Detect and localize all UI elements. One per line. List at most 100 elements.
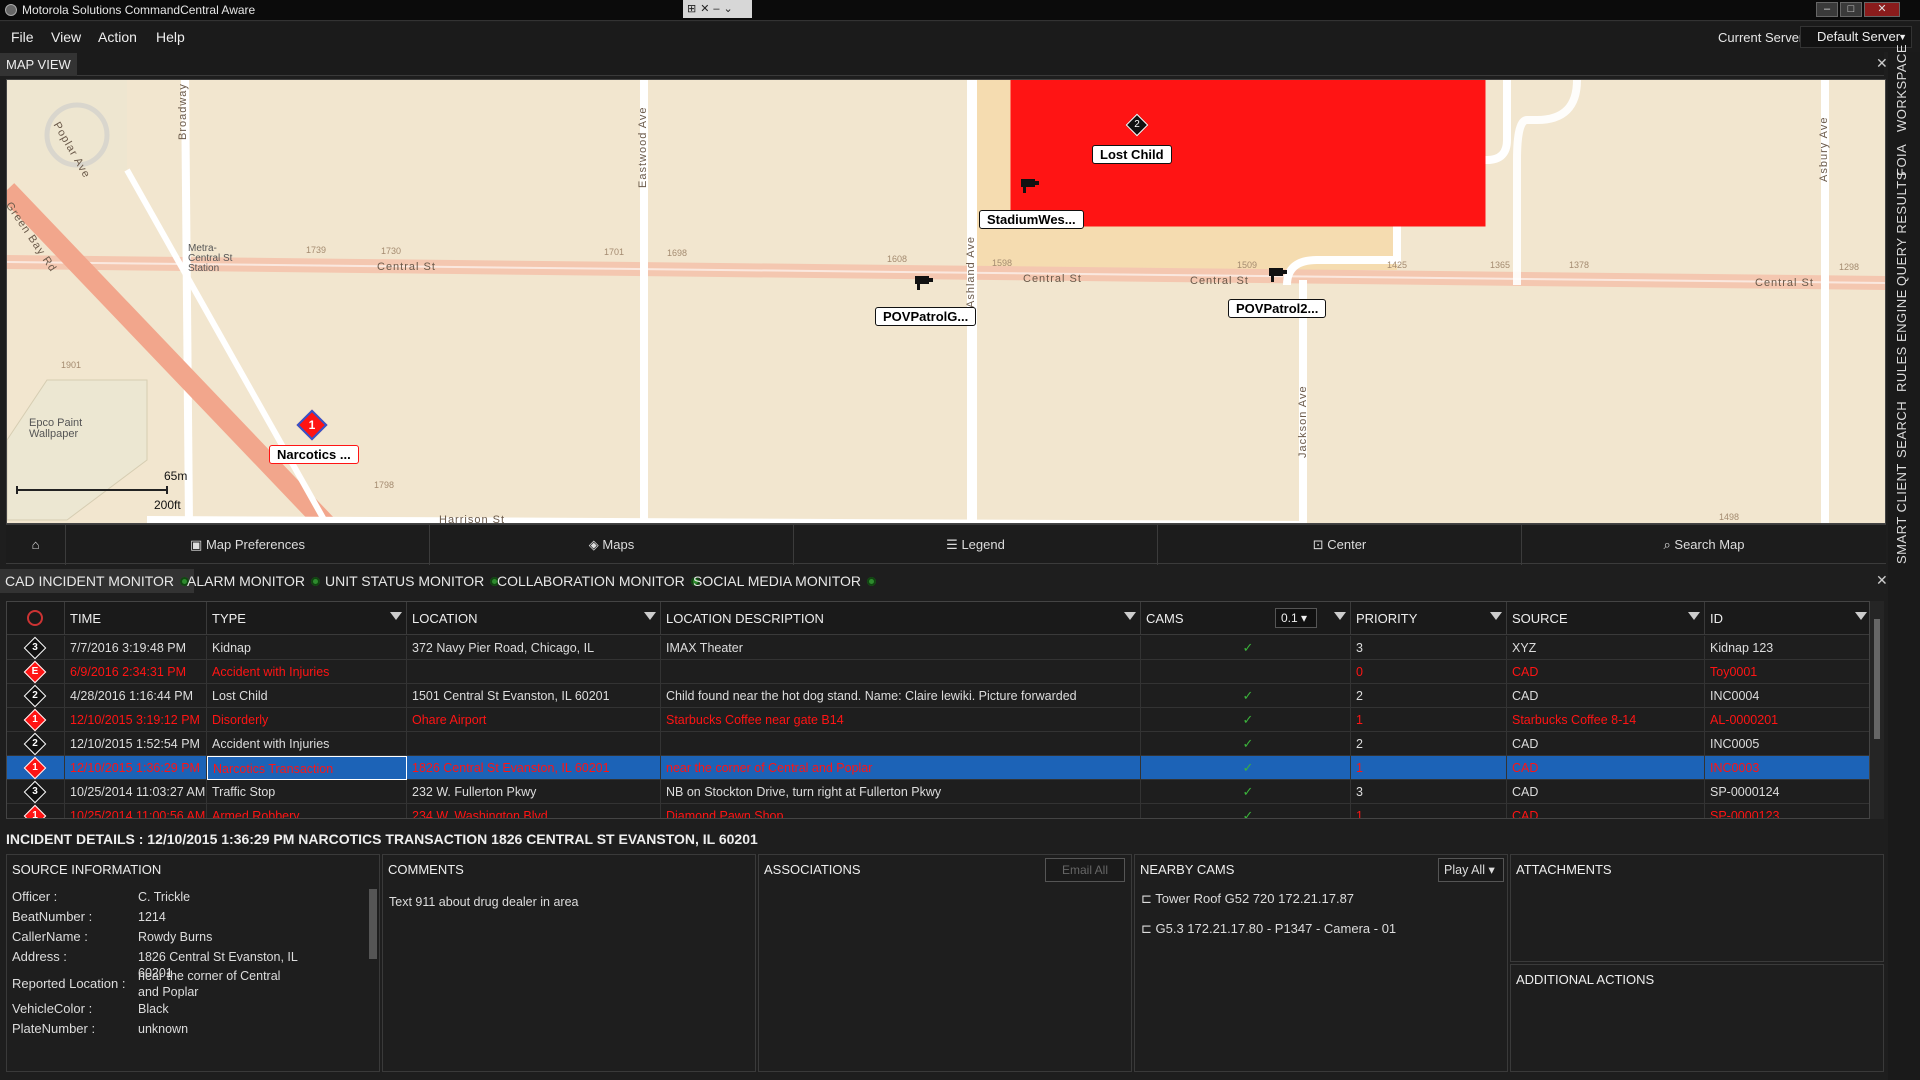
field-value: C. Trickle: [138, 890, 191, 904]
map-label-stadium-camera[interactable]: StadiumWes...: [979, 210, 1084, 229]
search-map-button[interactable]: ⌕ Search Map: [1522, 525, 1886, 565]
camera-icon[interactable]: [1267, 265, 1289, 283]
cell-desc: Child found near the hot dog stand. Name…: [661, 684, 1141, 708]
tab-label: COLLABORATION MONITOR: [497, 573, 685, 589]
table-row[interactable]: 1 12/10/2015 3:19:12 PM Disorderly Ohare Ai…: [7, 708, 1869, 732]
header-time[interactable]: TIME: [65, 602, 207, 635]
cell-id: Kidnap 123: [1705, 636, 1869, 660]
nearby-cam-item[interactable]: ⊏ G5.3 172.21.17.80 - P1347 - Camera - 0…: [1141, 921, 1396, 937]
menu-action[interactable]: Action: [98, 29, 137, 45]
tab-social-media-monitor[interactable]: SOCIAL MEDIA MONITOR: [688, 569, 881, 593]
grid-scrollbar[interactable]: [1870, 601, 1884, 819]
filter-icon[interactable]: [1688, 612, 1700, 620]
title-bar: Motorola Solutions CommandCentral Aware …: [0, 0, 1920, 21]
incident-grid: TIME TYPE LOCATION LOCATION DESCRIPTION …: [6, 601, 1870, 819]
cell-source: XYZ: [1507, 636, 1705, 660]
table-row[interactable]: 3 10/25/2014 11:03:27 AM Traffic Stop 232 W…: [7, 780, 1869, 804]
map-label-lost-child[interactable]: Lost Child: [1092, 145, 1172, 164]
tab-alarm-monitor[interactable]: ALARM MONITOR: [182, 569, 325, 593]
home-button[interactable]: ⌂: [6, 525, 66, 565]
map-preferences-label: Map Preferences: [205, 537, 305, 552]
filter-icon[interactable]: [390, 612, 402, 620]
maps-label: Maps: [602, 537, 635, 552]
header-cams[interactable]: CAMS 0.1 ▾: [1141, 602, 1351, 635]
header-location-description[interactable]: LOCATION DESCRIPTION: [661, 602, 1141, 635]
table-row[interactable]: 3 7/7/2016 3:19:48 PM Kidnap 372 Navy Pier …: [7, 636, 1869, 660]
priority-icon-cell: 1: [7, 756, 65, 780]
filter-icon[interactable]: [1490, 612, 1502, 620]
map-label-povpatrol-g[interactable]: POVPatrolG...: [875, 307, 977, 326]
header-priority[interactable]: PRIORITY: [1351, 602, 1507, 635]
nearby-cam-item[interactable]: ⊏ Tower Roof G52 720 172.21.17.87: [1141, 891, 1354, 907]
field-label: PlateNumber :: [12, 1021, 96, 1036]
map-label-povpatrol-2[interactable]: POVPatrol2...: [1228, 299, 1327, 318]
menu-view[interactable]: View: [51, 29, 81, 45]
map-canvas[interactable]: Broadway Ave Poplar Ave Eastwood Ave Ash…: [6, 79, 1886, 524]
maximize-icon[interactable]: □: [1840, 2, 1862, 17]
cell-location: Ohare Airport: [407, 708, 661, 732]
menu-help[interactable]: Help: [156, 29, 185, 45]
table-row[interactable]: 1 10/25/2014 11:00:56 AM Armed Robbery 234 …: [7, 804, 1869, 818]
close-map-view-icon[interactable]: ✕: [1876, 55, 1888, 72]
header-source[interactable]: SOURCE: [1507, 602, 1705, 635]
cell-desc: NB on Stockton Drive, turn right at Full…: [661, 780, 1141, 804]
priority-icon-cell: 3: [7, 636, 65, 660]
sidebar-tab-rules-engine[interactable]: RULES ENGINE: [1894, 289, 1909, 392]
sidebar-tab-query-results[interactable]: QUERY RESULTS: [1894, 171, 1909, 286]
floating-toolbar[interactable]: ⊞✕–⌄: [683, 0, 752, 18]
current-server-label: Current Server:: [1718, 30, 1807, 45]
table-row[interactable]: E 6/9/2016 2:34:31 PM Accident with Injuri…: [7, 660, 1869, 684]
filter-icon[interactable]: [1124, 612, 1136, 620]
tab-unit-status-monitor[interactable]: UNIT STATUS MONITOR: [320, 569, 504, 593]
header-priority-icon-col[interactable]: [7, 602, 65, 635]
filter-icon[interactable]: [644, 612, 656, 620]
legend-button[interactable]: ☰ Legend: [794, 525, 1158, 565]
table-row[interactable]: 2 12/10/2015 1:52:54 PM Accident with Inju…: [7, 732, 1869, 756]
tab-map-view[interactable]: MAP VIEW: [0, 53, 77, 76]
email-all-button[interactable]: Email All: [1045, 858, 1125, 882]
address-number: 1730: [381, 246, 402, 256]
menu-file[interactable]: File: [11, 29, 34, 45]
menu-bar: File View Action Help Current Server: De…: [0, 22, 1920, 52]
header-location[interactable]: LOCATION: [407, 602, 661, 635]
place-epco-paint: Epco Paint Wallpaper: [29, 417, 83, 440]
header-label: ID: [1710, 611, 1723, 626]
table-row[interactable]: 1 12/10/2015 1:36:29 PM Narcotics Transact…: [7, 756, 1869, 780]
tab-collaboration-monitor[interactable]: COLLABORATION MONITOR: [492, 569, 705, 593]
filter-icon[interactable]: [1855, 612, 1867, 620]
header-id[interactable]: ID: [1705, 602, 1869, 635]
table-row[interactable]: 2 4/28/2016 1:16:44 PM Lost Child 1501 Cent…: [7, 684, 1869, 708]
street-asbury: Asbury Ave: [1818, 116, 1830, 182]
map-label-narcotics[interactable]: Narcotics ...: [269, 445, 359, 464]
sidebar-tab-search[interactable]: SEARCH: [1894, 398, 1909, 458]
center-button[interactable]: ⊡ Center: [1158, 525, 1522, 565]
camera-icon[interactable]: [913, 273, 935, 291]
map-preferences-button[interactable]: ▣ Map Preferences: [66, 525, 430, 565]
priority-diamond-icon: 1: [23, 804, 47, 818]
sidebar-tab-smart-client[interactable]: SMART CLIENT: [1894, 463, 1909, 564]
maps-button[interactable]: ◈ Maps: [430, 525, 794, 565]
cell-type: Kidnap: [207, 636, 407, 660]
close-monitor-icon[interactable]: ✕: [1876, 572, 1888, 589]
street-jackson: Jackson Ave: [1297, 385, 1309, 458]
scrollbar-thumb[interactable]: [369, 889, 377, 959]
address-number: 1698: [667, 248, 688, 258]
map-toolbar: ⌂ ▣ Map Preferences ◈ Maps ☰ Legend ⊡ Ce…: [6, 524, 1886, 565]
close-window-icon[interactable]: ✕: [1864, 2, 1900, 17]
cell-source: Starbucks Coffee 8-14: [1507, 708, 1705, 732]
play-all-dropdown[interactable]: Play All ▾: [1438, 858, 1504, 882]
tab-cad-incident-monitor[interactable]: CAD INCIDENT MONITOR: [0, 569, 195, 593]
play-all-label: Play All: [1444, 863, 1485, 877]
scrollbar-thumb[interactable]: [1874, 619, 1880, 739]
header-type[interactable]: TYPE: [207, 602, 407, 635]
minimize-icon[interactable]: –: [1816, 2, 1838, 17]
priority-icon-cell: 2: [7, 732, 65, 756]
sidebar-tab-workspace[interactable]: WORKSPACE: [1894, 44, 1909, 132]
camera-icon[interactable]: [1019, 176, 1041, 194]
cams-radius-select[interactable]: 0.1 ▾: [1275, 608, 1317, 628]
priority-icon-cell: 3: [7, 780, 65, 804]
cell-id: SP-0000123: [1705, 804, 1869, 818]
status-indicator-icon: [867, 577, 877, 586]
cell-time: 4/28/2016 1:16:44 PM: [65, 684, 207, 708]
filter-icon[interactable]: [1334, 612, 1346, 620]
